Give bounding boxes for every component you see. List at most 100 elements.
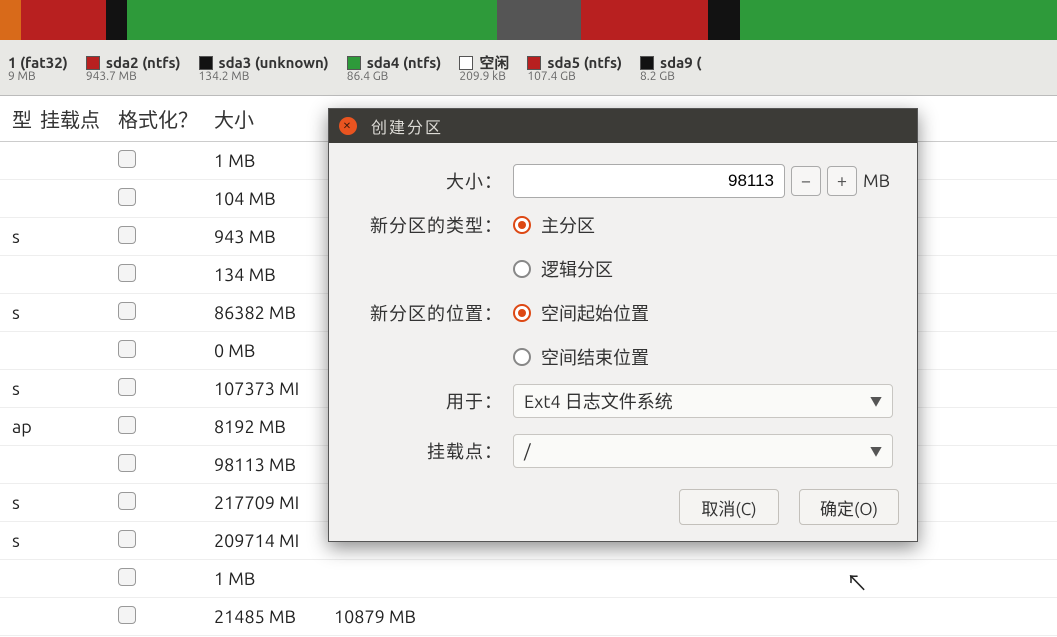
- cell-size: 134 MB: [208, 265, 328, 285]
- usage-seg: [21, 0, 106, 40]
- legend-sub: 86.4 GB: [347, 71, 442, 84]
- mount-label: 挂载点：: [353, 438, 513, 464]
- radio-logical[interactable]: 逻辑分区: [513, 256, 613, 282]
- cell-format: [112, 188, 208, 210]
- legend-item[interactable]: 1 (fat32)9 MB: [8, 55, 68, 83]
- legend-sub: 943.7 MB: [86, 71, 181, 84]
- cell-format: [112, 340, 208, 362]
- legend-swatch-icon: [459, 56, 473, 70]
- format-checkbox[interactable]: [118, 378, 136, 396]
- cell-format: [112, 454, 208, 476]
- cell-format: [112, 606, 208, 628]
- cell-size: 217709 MI: [208, 493, 328, 513]
- chevron-down-icon: ▼: [870, 443, 882, 460]
- cancel-button[interactable]: 取消(C): [679, 489, 779, 525]
- format-checkbox[interactable]: [118, 150, 136, 168]
- legend-item[interactable]: sda3 (unknown)134.2 MB: [199, 55, 329, 83]
- create-partition-dialog: ✕ 创建分区 大小： − + MB 新分区的类型： 主分区 逻辑分区: [328, 108, 918, 542]
- th-size: 大小: [208, 104, 328, 133]
- usage-seg: [581, 0, 708, 40]
- format-checkbox[interactable]: [118, 530, 136, 548]
- usage-seg: [497, 0, 582, 40]
- usage-seg: [127, 0, 497, 40]
- size-increment-button[interactable]: +: [827, 166, 857, 196]
- disk-usage-bar: [0, 0, 1057, 40]
- legend-name: sda5 (ntfs): [547, 55, 622, 71]
- cell-format: [112, 568, 208, 590]
- cell-extra: 10879 MB: [328, 607, 468, 627]
- format-checkbox[interactable]: [118, 416, 136, 434]
- type-label: 新分区的类型：: [353, 212, 513, 238]
- ok-button[interactable]: 确定(O): [799, 489, 899, 525]
- legend-item[interactable]: sda2 (ntfs)943.7 MB: [86, 55, 181, 83]
- format-checkbox[interactable]: [118, 568, 136, 586]
- chevron-down-icon: ▼: [870, 393, 882, 410]
- format-checkbox[interactable]: [118, 492, 136, 510]
- radio-loc-end[interactable]: 空间结束位置: [513, 344, 649, 370]
- mountpoint-combo-value: /: [524, 441, 531, 461]
- radio-loc-begin[interactable]: 空间起始位置: [513, 300, 649, 326]
- format-checkbox[interactable]: [118, 454, 136, 472]
- table-row[interactable]: 1 MB: [0, 560, 1057, 598]
- radio-logical-label: 逻辑分区: [541, 256, 613, 282]
- radio-primary-label: 主分区: [541, 212, 595, 238]
- dialog-title: 创建分区: [371, 114, 443, 138]
- size-unit: MB: [863, 171, 893, 191]
- usage-seg: [106, 0, 127, 40]
- radio-loc-begin-label: 空间起始位置: [541, 300, 649, 326]
- usage-seg: [708, 0, 740, 40]
- cell-format: [112, 150, 208, 172]
- legend-sub: 107.4 GB: [527, 71, 622, 84]
- legend-sub: 9 MB: [8, 71, 68, 84]
- cell-format: [112, 226, 208, 248]
- format-checkbox[interactable]: [118, 302, 136, 320]
- radio-dot-icon: [513, 216, 531, 234]
- size-decrement-button[interactable]: −: [791, 166, 821, 196]
- legend-sub: 134.2 MB: [199, 71, 329, 84]
- cell-size: 21485 MB: [208, 607, 328, 627]
- cell-format: [112, 378, 208, 400]
- format-checkbox[interactable]: [118, 226, 136, 244]
- cell-size: 107373 MI: [208, 379, 328, 399]
- format-checkbox[interactable]: [118, 340, 136, 358]
- size-input[interactable]: [513, 164, 785, 198]
- th-type: 型: [6, 104, 34, 133]
- cell-size: 1 MB: [208, 151, 328, 171]
- table-row[interactable]: 21485 MB10879 MB: [0, 598, 1057, 636]
- usage-seg: [0, 0, 21, 40]
- cell-type: s: [6, 303, 34, 323]
- cell-format: [112, 530, 208, 552]
- usage-seg: [740, 0, 1057, 40]
- legend-item[interactable]: sda9 (8.2 GB: [640, 55, 701, 83]
- legend-name: sda9 (: [660, 55, 701, 71]
- cell-size: 0 MB: [208, 341, 328, 361]
- filesystem-combo[interactable]: Ext4 日志文件系统 ▼: [513, 384, 893, 418]
- mountpoint-combo[interactable]: / ▼: [513, 434, 893, 468]
- size-label: 大小：: [353, 168, 513, 194]
- cell-size: 98113 MB: [208, 455, 328, 475]
- cell-type: s: [6, 493, 34, 513]
- cell-size: 1 MB: [208, 569, 328, 589]
- format-checkbox[interactable]: [118, 264, 136, 282]
- filesystem-combo-value: Ext4 日志文件系统: [524, 388, 673, 414]
- cell-format: [112, 492, 208, 514]
- legend-sub: 8.2 GB: [640, 71, 701, 84]
- legend-swatch-icon: [347, 56, 361, 70]
- location-label: 新分区的位置：: [353, 300, 513, 326]
- format-checkbox[interactable]: [118, 188, 136, 206]
- format-checkbox[interactable]: [118, 606, 136, 624]
- radio-dot-icon: [513, 304, 531, 322]
- cell-size: 86382 MB: [208, 303, 328, 323]
- cell-format: [112, 302, 208, 324]
- cell-format: [112, 264, 208, 286]
- legend-item[interactable]: sda5 (ntfs)107.4 GB: [527, 55, 622, 83]
- legend-item[interactable]: sda4 (ntfs)86.4 GB: [347, 55, 442, 83]
- th-mount: 挂载点: [34, 104, 112, 133]
- partition-legend: 1 (fat32)9 MB sda2 (ntfs)943.7 MB sda3 (un…: [0, 40, 1057, 96]
- cell-type: s: [6, 227, 34, 247]
- dialog-titlebar[interactable]: ✕ 创建分区: [329, 109, 917, 143]
- cell-size: 104 MB: [208, 189, 328, 209]
- legend-item[interactable]: 空闲209.9 kB: [459, 55, 509, 83]
- close-icon[interactable]: ✕: [339, 117, 357, 135]
- radio-primary[interactable]: 主分区: [513, 212, 595, 238]
